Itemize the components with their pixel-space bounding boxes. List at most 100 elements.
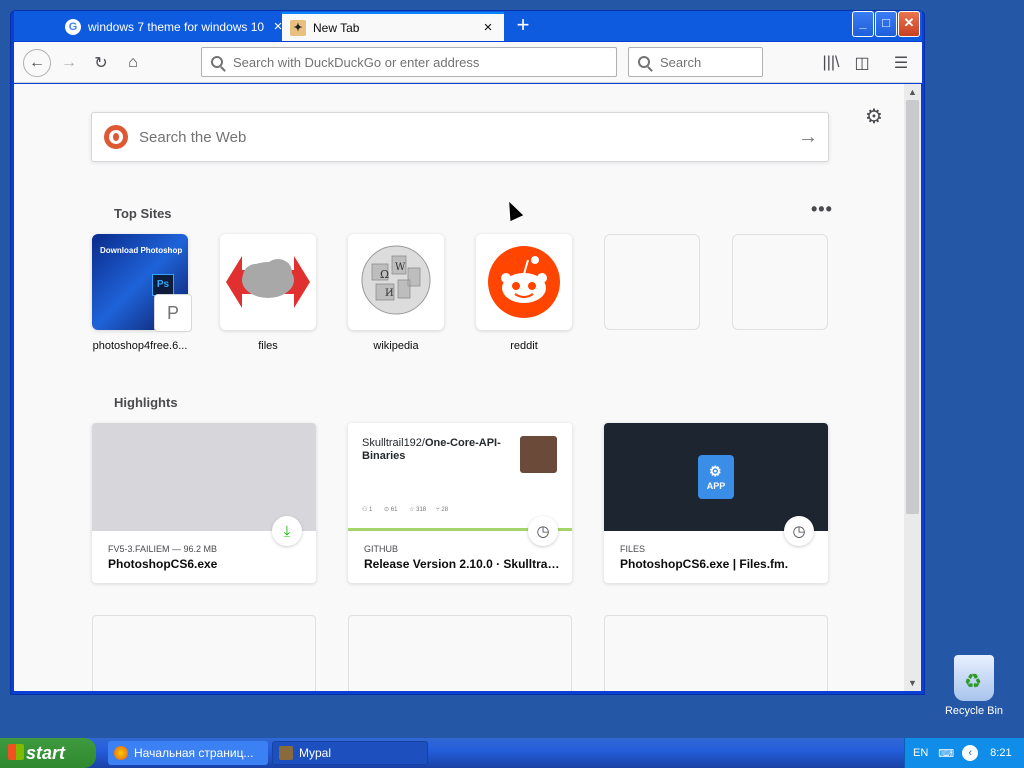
- highlight-card-github[interactable]: Skulltrail192/One-Core-API-Binaries ⚇ 1 …: [348, 423, 572, 583]
- highlight-thumbnail: [92, 423, 316, 531]
- recycle-bin-icon: [954, 655, 994, 701]
- highlight-empty: [92, 615, 316, 691]
- arrow-right-icon[interactable]: →: [788, 126, 828, 149]
- highlight-thumbnail: APP: [604, 423, 828, 531]
- firefox-icon: [114, 746, 128, 760]
- start-label: start: [26, 742, 66, 763]
- tab-label: windows 7 theme for windows 10: [88, 19, 265, 34]
- taskbar-item-label: Mypal: [299, 746, 332, 760]
- clock: 8:21: [990, 747, 1012, 759]
- maximize-button[interactable]: □: [875, 11, 897, 37]
- web-search-placeholder: Search the Web: [139, 128, 247, 146]
- app-file-icon: APP: [698, 455, 734, 499]
- search-placeholder: Search: [660, 54, 702, 70]
- mypal-icon: [279, 746, 293, 760]
- tab-windows7-theme[interactable]: G windows 7 theme for windows 10 ×: [57, 12, 294, 41]
- forward-button[interactable]: →: [56, 50, 82, 76]
- sidebar-icon: ◫: [854, 55, 870, 72]
- highlight-card-photoshop-download[interactable]: ⤓ FV5-3.FAILIEM — 96.2 MB PhotoshopCS6.e…: [92, 423, 316, 583]
- taskbar-item-firefox[interactable]: Начальная страниц...: [108, 741, 268, 765]
- taskbar-item-mypal[interactable]: Mypal: [272, 741, 428, 765]
- new-tab-button[interactable]: +: [512, 13, 534, 39]
- avatar: [520, 436, 557, 473]
- svg-text:W: W: [395, 262, 406, 273]
- highlight-empty: [348, 615, 572, 691]
- clock-icon: ◷: [528, 516, 558, 546]
- scrollbar-thumb[interactable]: [906, 100, 919, 514]
- home-button[interactable]: ⌂: [120, 50, 146, 76]
- duckduckgo-icon: [104, 125, 128, 149]
- highlights-heading: Highlights: [114, 395, 178, 410]
- highlight-title: PhotoshopCS6.exe: [108, 557, 218, 571]
- top-site-wikipedia[interactable]: Ω W И: [348, 234, 444, 330]
- start-button[interactable]: start: [0, 738, 96, 768]
- top-sites-heading: Top Sites: [114, 206, 172, 221]
- recycle-bin-label: Recycle Bin: [944, 705, 1004, 717]
- home-icon: ⌂: [128, 54, 138, 71]
- repo-owner: Skulltrail192/: [362, 437, 425, 449]
- back-button[interactable]: ←: [23, 49, 51, 77]
- site-letter-badge: P: [154, 294, 192, 332]
- top-site-reddit[interactable]: [476, 234, 572, 330]
- top-site-label: files: [258, 340, 278, 352]
- tab-new-tab[interactable]: ✦ New Tab ×: [282, 12, 504, 41]
- highlight-source: FV5-3.FAILIEM — 96.2 MB: [108, 544, 218, 554]
- scroll-up-icon[interactable]: ▲: [904, 84, 921, 100]
- show-hidden-icons-icon[interactable]: ‹: [962, 745, 979, 761]
- highlight-title: PhotoshopCS6.exe | Files.fm.: [620, 557, 789, 571]
- search-icon: [211, 56, 223, 68]
- recycle-bin[interactable]: Recycle Bin: [938, 655, 1010, 717]
- library-button[interactable]: |||\: [818, 50, 844, 76]
- wikipedia-globe-icon: Ω W И: [361, 245, 431, 315]
- firefox-newtab-icon: ✦: [290, 19, 306, 36]
- top-site-files[interactable]: [220, 234, 316, 330]
- top-site-label: wikipedia: [373, 340, 419, 352]
- minimize-button[interactable]: _: [852, 11, 874, 37]
- top-site-photoshop[interactable]: Download Photoshop Ps P: [92, 234, 192, 332]
- gear-icon[interactable]: ⚙: [865, 104, 883, 129]
- close-window-button[interactable]: ✕: [898, 11, 920, 37]
- vertical-scrollbar[interactable]: ▲ ▼: [904, 84, 921, 691]
- more-options-icon[interactable]: •••: [811, 199, 833, 220]
- photoshop-logo: Ps: [152, 274, 174, 296]
- system-tray: EN ⌨ ‹ 8:21: [904, 738, 1024, 768]
- search-icon: [638, 56, 650, 68]
- url-bar[interactable]: Search with DuckDuckGo or enter address: [201, 47, 617, 77]
- svg-text:Ω: Ω: [380, 268, 389, 281]
- highlight-thumbnail: Skulltrail192/One-Core-API-Binaries ⚇ 1 …: [348, 423, 572, 531]
- top-site-empty: [732, 234, 828, 330]
- highlight-card-files[interactable]: APP ◷ FILES PhotoshopCS6.exe | Files.fm.: [604, 423, 828, 583]
- files-logo-icon: [226, 256, 310, 308]
- hamburger-icon: ☰: [893, 55, 909, 72]
- newtab-page: ⚙ Search the Web → Top Sites ••• Downloa…: [14, 84, 904, 691]
- close-tab-icon[interactable]: ×: [480, 19, 496, 36]
- reload-button[interactable]: ↻: [88, 50, 114, 76]
- sidebar-button[interactable]: ◫: [849, 50, 875, 76]
- library-icon: |||\: [822, 54, 840, 71]
- language-indicator[interactable]: EN: [913, 747, 928, 759]
- highlight-source: GITHUB: [364, 544, 399, 554]
- scroll-down-icon[interactable]: ▼: [904, 675, 921, 691]
- tab-strip: G windows 7 theme for windows 10 × ✦ New…: [14, 11, 922, 41]
- github-stats: ⚇ 1 ⊙ 61 ☆ 318 ⑂ 28: [362, 507, 449, 513]
- windows-flag-icon: [8, 744, 24, 760]
- keyboard-icon[interactable]: ⌨: [938, 747, 954, 760]
- top-site-label: photoshop4free.6...: [92, 340, 188, 352]
- search-bar[interactable]: Search: [628, 47, 763, 77]
- google-icon: G: [65, 18, 81, 35]
- arrow-left-icon: ←: [29, 54, 45, 71]
- reload-icon: ↻: [94, 55, 108, 72]
- highlight-title: Release Version 2.10.0 · Skulltrai...: [364, 557, 560, 571]
- web-search-box[interactable]: Search the Web →: [91, 112, 829, 162]
- arrow-right-icon: →: [61, 54, 77, 71]
- download-icon: ⤓: [272, 516, 302, 546]
- nav-bar: ← → ↻ ⌂ Search with DuckDuckGo or enter …: [14, 42, 922, 83]
- url-placeholder: Search with DuckDuckGo or enter address: [233, 54, 480, 70]
- svg-text:И: И: [385, 288, 394, 299]
- top-site-empty: [604, 234, 700, 330]
- reddit-logo-icon: [488, 246, 560, 318]
- top-site-label: reddit: [510, 340, 538, 352]
- menu-button[interactable]: ☰: [888, 50, 914, 76]
- tab-label: New Tab: [313, 20, 360, 35]
- highlight-empty: [604, 615, 828, 691]
